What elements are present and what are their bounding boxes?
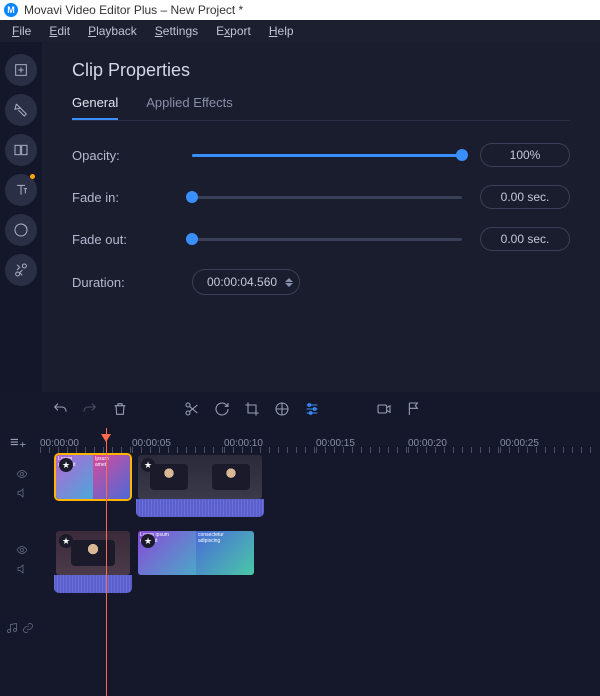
row-fadeout: Fade out: 0.00 sec. — [72, 227, 570, 251]
tool-more[interactable] — [5, 254, 37, 286]
label-fadein: Fade in: — [72, 190, 192, 205]
star-icon: ★ — [59, 534, 73, 548]
marker-button[interactable] — [406, 401, 422, 420]
duration-spinner — [285, 278, 293, 287]
ruler-tick: 00:00:05 — [132, 438, 224, 449]
label-fadeout: Fade out: — [72, 232, 192, 247]
main-area: Clip Properties General Applied Effects … — [0, 42, 600, 392]
slider-opacity[interactable] — [192, 148, 462, 162]
label-opacity: Opacity: — [72, 148, 192, 163]
menu-file[interactable]: File — [12, 24, 31, 38]
ruler-tick: 00:00:10 — [224, 438, 316, 449]
slider-fadein[interactable] — [192, 190, 462, 204]
window-title: Movavi Video Editor Plus – New Project * — [24, 3, 243, 17]
record-button[interactable] — [376, 401, 392, 420]
slider-thumb-icon[interactable] — [186, 233, 198, 245]
tool-filters[interactable] — [5, 94, 37, 126]
notification-dot-icon — [30, 174, 35, 179]
mute-icon[interactable] — [16, 487, 28, 502]
left-toolbar — [0, 42, 42, 392]
track-controls — [10, 544, 34, 578]
window-titlebar: M Movavi Video Editor Plus – New Project… — [0, 0, 600, 20]
value-opacity[interactable]: 100% — [480, 143, 570, 167]
value-fadeout[interactable]: 0.00 sec. — [480, 227, 570, 251]
menu-bar: File Edit Playback Settings Export Help — [0, 20, 600, 42]
track-controls — [10, 468, 34, 502]
link-icon[interactable] — [22, 622, 34, 637]
undo-button[interactable] — [52, 401, 68, 420]
music-icon[interactable] — [6, 622, 18, 637]
track-controls — [6, 622, 30, 637]
tool-stickers[interactable] — [5, 214, 37, 246]
visibility-icon[interactable] — [16, 544, 28, 559]
timeline-toolbar — [0, 392, 600, 428]
visibility-icon[interactable] — [16, 468, 28, 483]
playhead[interactable] — [106, 428, 107, 696]
tab-applied-effects[interactable]: Applied Effects — [146, 95, 232, 120]
clip-properties-button[interactable] — [304, 401, 320, 420]
clip-title-2[interactable]: ★ Lorem ipsumdolor sit consecteturadipis… — [136, 529, 256, 577]
app-logo-icon: M — [4, 3, 18, 17]
slider-thumb-icon[interactable] — [186, 191, 198, 203]
clip-audio-wave[interactable] — [54, 575, 132, 593]
video-track-2[interactable]: ★ ★ Lorem ipsumdolor sit consecteturadip… — [40, 534, 600, 588]
ruler-tick: 00:00:00 — [40, 438, 132, 449]
ruler-tick: 00:00:20 — [408, 438, 500, 449]
properties-panel: Clip Properties General Applied Effects … — [42, 42, 600, 392]
mute-icon[interactable] — [16, 563, 28, 578]
row-opacity: Opacity: 100% — [72, 143, 570, 167]
timeline: ≡₊ 00:00:00 00:00:05 00:00:10 00:00:15 0… — [0, 428, 600, 696]
spinner-up-icon[interactable] — [285, 278, 293, 282]
color-button[interactable] — [274, 401, 290, 420]
menu-help[interactable]: Help — [269, 24, 294, 38]
clip-audio-wave[interactable] — [136, 499, 264, 517]
spinner-down-icon[interactable] — [285, 283, 293, 287]
row-duration: Duration: 00:00:04.560 — [72, 269, 570, 295]
clip-video-1[interactable]: ★ — [136, 453, 264, 501]
ruler-tick: 00:00:15 — [316, 438, 408, 449]
tool-titles[interactable] — [5, 174, 37, 206]
star-icon: ★ — [141, 534, 155, 548]
menu-playback[interactable]: Playback — [88, 24, 137, 38]
audio-track[interactable] — [40, 616, 600, 642]
label-duration: Duration: — [72, 275, 192, 290]
tool-import[interactable] — [5, 54, 37, 86]
duration-value: 00:00:04.560 — [207, 275, 277, 289]
video-track-1[interactable]: ★ Loremdolor sit Ipsumamet ★ — [40, 458, 600, 512]
delete-button[interactable] — [112, 401, 128, 420]
tracks-area: ★ Loremdolor sit Ipsumamet ★ — [0, 458, 600, 642]
slider-thumb-icon[interactable] — [456, 149, 468, 161]
menu-export[interactable]: Export — [216, 24, 251, 38]
duration-input[interactable]: 00:00:04.560 — [192, 269, 300, 295]
crop-button[interactable] — [244, 401, 260, 420]
tab-general[interactable]: General — [72, 95, 118, 120]
clip-video-2[interactable]: ★ — [54, 529, 132, 577]
panel-title: Clip Properties — [72, 60, 570, 81]
row-fadein: Fade in: 0.00 sec. — [72, 185, 570, 209]
menu-edit[interactable]: Edit — [49, 24, 70, 38]
rotate-button[interactable] — [214, 401, 230, 420]
value-fadein[interactable]: 0.00 sec. — [480, 185, 570, 209]
panel-tabs: General Applied Effects — [72, 95, 570, 121]
ruler-tick: 00:00:25 — [500, 438, 592, 449]
menu-settings[interactable]: Settings — [155, 24, 198, 38]
tool-transitions[interactable] — [5, 134, 37, 166]
clip-title-1[interactable]: ★ Loremdolor sit Ipsumamet — [54, 453, 132, 501]
split-button[interactable] — [184, 401, 200, 420]
star-icon: ★ — [59, 458, 73, 472]
slider-fadeout[interactable] — [192, 232, 462, 246]
redo-button[interactable] — [82, 401, 98, 420]
star-icon: ★ — [141, 458, 155, 472]
